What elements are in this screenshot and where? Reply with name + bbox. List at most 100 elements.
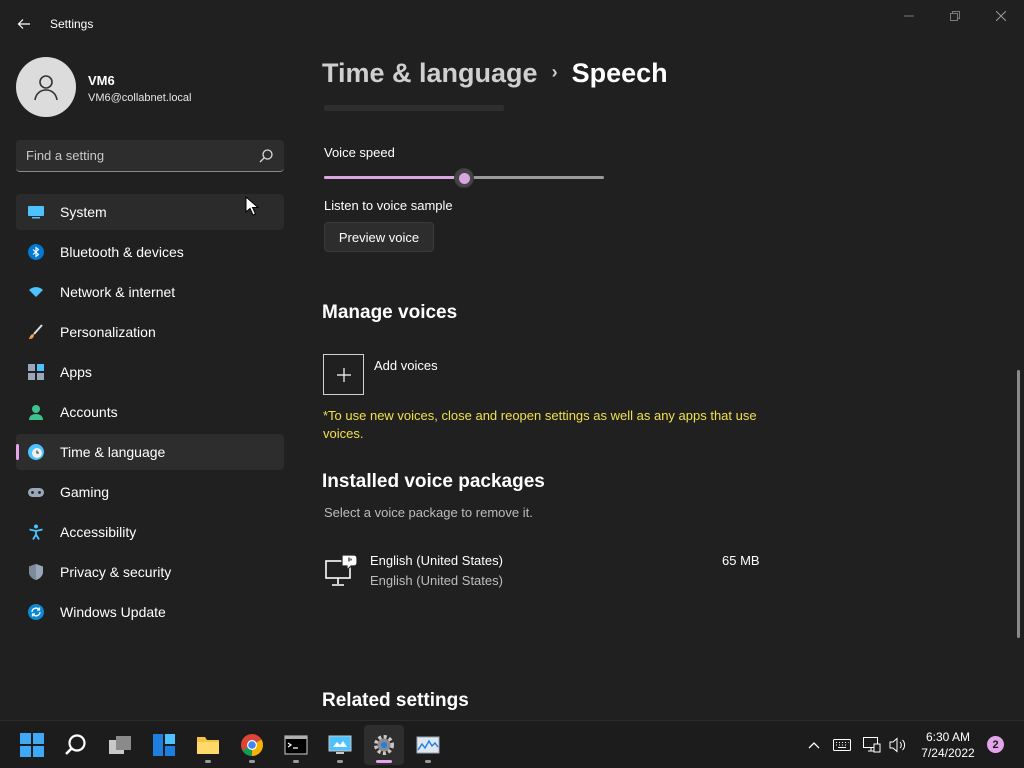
restore-icon: [950, 11, 960, 21]
bluetooth-icon: [28, 244, 44, 260]
breadcrumb: Time & language › Speech: [322, 58, 668, 89]
breadcrumb-parent[interactable]: Time & language: [322, 58, 538, 88]
close-button[interactable]: [978, 0, 1024, 32]
preview-voice-button[interactable]: Preview voice: [324, 222, 434, 252]
package-size: 65 MB: [722, 553, 760, 568]
voice-speed-label: Voice speed: [324, 145, 395, 160]
maximize-button[interactable]: [932, 0, 978, 32]
sidebar-item-personalization[interactable]: Personalization: [16, 314, 284, 350]
volume-icon: [889, 737, 906, 753]
notification-badge[interactable]: 2: [987, 736, 1004, 753]
sidebar-item-apps[interactable]: Apps: [16, 354, 284, 390]
running-indicator: [293, 760, 299, 763]
related-settings-title: Related settings: [322, 690, 469, 711]
chevron-right-icon: ›: [551, 62, 558, 82]
slider-thumb[interactable]: [454, 168, 474, 188]
running-indicator: [249, 760, 255, 763]
widgets-button[interactable]: [144, 725, 184, 765]
sidebar-nav: System Bluetooth & devices Network & int…: [16, 194, 284, 634]
resource-monitor-button[interactable]: [408, 725, 448, 765]
sidebar-item-bluetooth[interactable]: Bluetooth & devices: [16, 234, 284, 270]
sidebar-item-privacy[interactable]: Privacy & security: [16, 554, 284, 590]
installed-packages-title: Installed voice packages: [322, 471, 545, 492]
person-avatar-icon: [34, 75, 58, 101]
settings-taskbar-button[interactable]: [364, 725, 404, 765]
sidebar-item-network[interactable]: Network & internet: [16, 274, 284, 310]
voice-speed-slider[interactable]: [324, 168, 604, 188]
package-name: English (United States): [370, 553, 503, 568]
terminal-icon: [284, 735, 308, 755]
active-indicator: [376, 760, 392, 763]
running-indicator: [337, 760, 343, 763]
file-explorer-icon: [197, 737, 219, 754]
clock-time: 6:30 AM: [925, 730, 971, 744]
minimize-button[interactable]: [886, 0, 932, 32]
start-button[interactable]: [12, 725, 52, 765]
search-input[interactable]: [16, 140, 256, 171]
apps-icon: [28, 364, 44, 380]
scrolled-content-edge: [324, 105, 504, 111]
running-indicator: [205, 760, 211, 763]
keyboard-icon: [833, 739, 851, 751]
clock-globe-icon: [28, 444, 44, 460]
manage-voices-title: Manage voices: [322, 302, 458, 323]
task-view-icon: [109, 736, 131, 754]
back-button[interactable]: [8, 8, 40, 40]
sidebar-item-accounts[interactable]: Accounts: [16, 394, 284, 430]
minimize-icon: [904, 15, 914, 17]
brush-icon: [29, 324, 43, 339]
main-content: Time & language › Speech Voice speed Liste…: [300, 48, 1024, 720]
sidebar-item-time-language[interactable]: Time & language: [16, 434, 284, 470]
remote-desktop-icon: [328, 735, 352, 754]
sidebar-item-gaming[interactable]: Gaming: [16, 474, 284, 510]
avatar[interactable]: [16, 57, 76, 117]
shield-icon: [29, 564, 43, 580]
update-icon: [28, 604, 44, 620]
remote-desktop-button[interactable]: [320, 725, 360, 765]
accessibility-icon: [29, 524, 43, 540]
keyboard-tray-button[interactable]: [830, 721, 854, 768]
speech-display-icon: [325, 554, 358, 586]
volume-tray-button[interactable]: [886, 721, 910, 768]
app-title: Settings: [50, 17, 94, 31]
page-title: Speech: [571, 58, 668, 88]
package-language: English (United States): [370, 573, 503, 588]
search-icon: [65, 734, 86, 755]
taskbar-search-button[interactable]: [56, 725, 96, 765]
back-arrow-icon: [17, 19, 30, 29]
title-bar: Settings: [0, 0, 1024, 48]
network-icon: [863, 737, 881, 753]
chrome-button[interactable]: [232, 725, 272, 765]
installed-packages-subtitle: Select a voice package to remove it.: [324, 505, 533, 520]
show-hidden-icons-button[interactable]: [802, 721, 826, 768]
add-voices-button[interactable]: [323, 354, 364, 395]
person-icon: [29, 405, 43, 420]
add-voices-label[interactable]: Add voices: [374, 358, 438, 373]
plus-icon: [336, 367, 351, 382]
voices-note: *To use new voices, close and reopen set…: [323, 408, 757, 441]
sidebar: VM6 VM6@collabnet.local System Bluetooth…: [0, 48, 300, 720]
settings-icon: [374, 735, 394, 755]
sidebar-item-system[interactable]: System: [16, 194, 284, 230]
file-explorer-button[interactable]: [188, 725, 228, 765]
sidebar-item-accessibility[interactable]: Accessibility: [16, 514, 284, 550]
mouse-cursor-icon: [245, 196, 259, 216]
clock-date: 7/24/2022: [921, 746, 975, 760]
sidebar-item-windows-update[interactable]: Windows Update: [16, 594, 284, 630]
task-view-button[interactable]: [100, 725, 140, 765]
resource-monitor-icon: [416, 736, 440, 754]
taskbar: 6:30 AM 7/24/2022: [0, 720, 1024, 768]
terminal-button[interactable]: [276, 725, 316, 765]
running-indicator: [425, 760, 431, 763]
user-email: VM6@collabnet.local: [88, 92, 192, 104]
search-box: [16, 140, 284, 172]
windows-start-icon: [20, 733, 44, 757]
network-tray-button[interactable]: [860, 721, 884, 768]
wifi-icon: [29, 287, 43, 297]
taskbar-clock[interactable]: 6:30 AM 7/24/2022: [916, 729, 980, 761]
search-icon[interactable]: [258, 148, 274, 164]
main-scrollbar[interactable]: [1017, 370, 1020, 638]
close-icon: [996, 11, 1006, 21]
chrome-icon: [241, 734, 263, 756]
gamepad-icon: [28, 488, 44, 497]
